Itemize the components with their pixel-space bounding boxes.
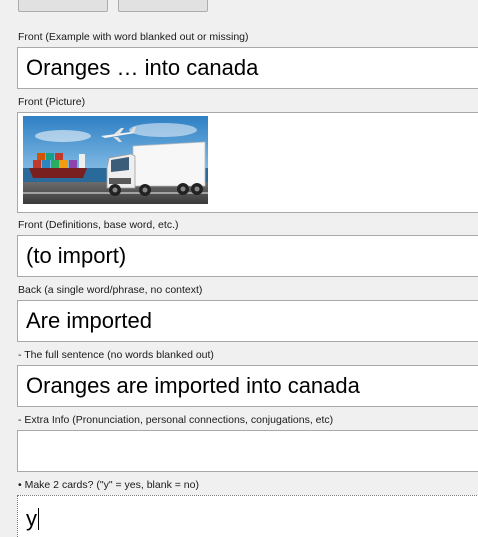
field-input-front-definitions[interactable]: (to import) [17, 235, 478, 277]
cargo-transport-image [23, 116, 208, 204]
field-label-make-two-cards: • Make 2 cards? ("y" = yes, blank = no) [18, 479, 199, 491]
field-label-full-sentence: - The full sentence (no words blanked ou… [18, 349, 214, 361]
field-label-extra-info: - Extra Info (Pronunciation, personal co… [18, 414, 334, 426]
toolbar-button-right[interactable] [118, 0, 208, 12]
field-value-back: Are imported [26, 308, 152, 333]
field-input-front-picture[interactable] [17, 112, 478, 213]
field-input-back[interactable]: Are imported [17, 300, 478, 342]
field-label-front-definitions: Front (Definitions, base word, etc.) [18, 219, 179, 231]
field-label-front-picture: Front (Picture) [18, 96, 86, 108]
field-value-full-sentence: Oranges are imported into canada [26, 373, 360, 398]
toolbar [0, 0, 478, 14]
card-editor: Front (Example with word blanked out or … [0, 0, 478, 537]
field-label-back: Back (a single word/phrase, no context) [18, 284, 203, 296]
field-input-front-example[interactable]: Oranges … into canada [17, 47, 478, 89]
field-label-front-example: Front (Example with word blanked out or … [18, 31, 249, 43]
text-caret [38, 507, 39, 530]
field-value-front-example: Oranges … into canada [26, 55, 259, 80]
field-input-make-two-cards[interactable]: y [17, 495, 478, 537]
field-input-full-sentence[interactable]: Oranges are imported into canada [17, 365, 478, 407]
field-input-extra-info[interactable] [17, 430, 478, 472]
toolbar-button-left[interactable] [18, 0, 108, 12]
field-value-make-two-cards: y [26, 505, 37, 531]
field-value-front-definitions: (to import) [26, 243, 127, 268]
